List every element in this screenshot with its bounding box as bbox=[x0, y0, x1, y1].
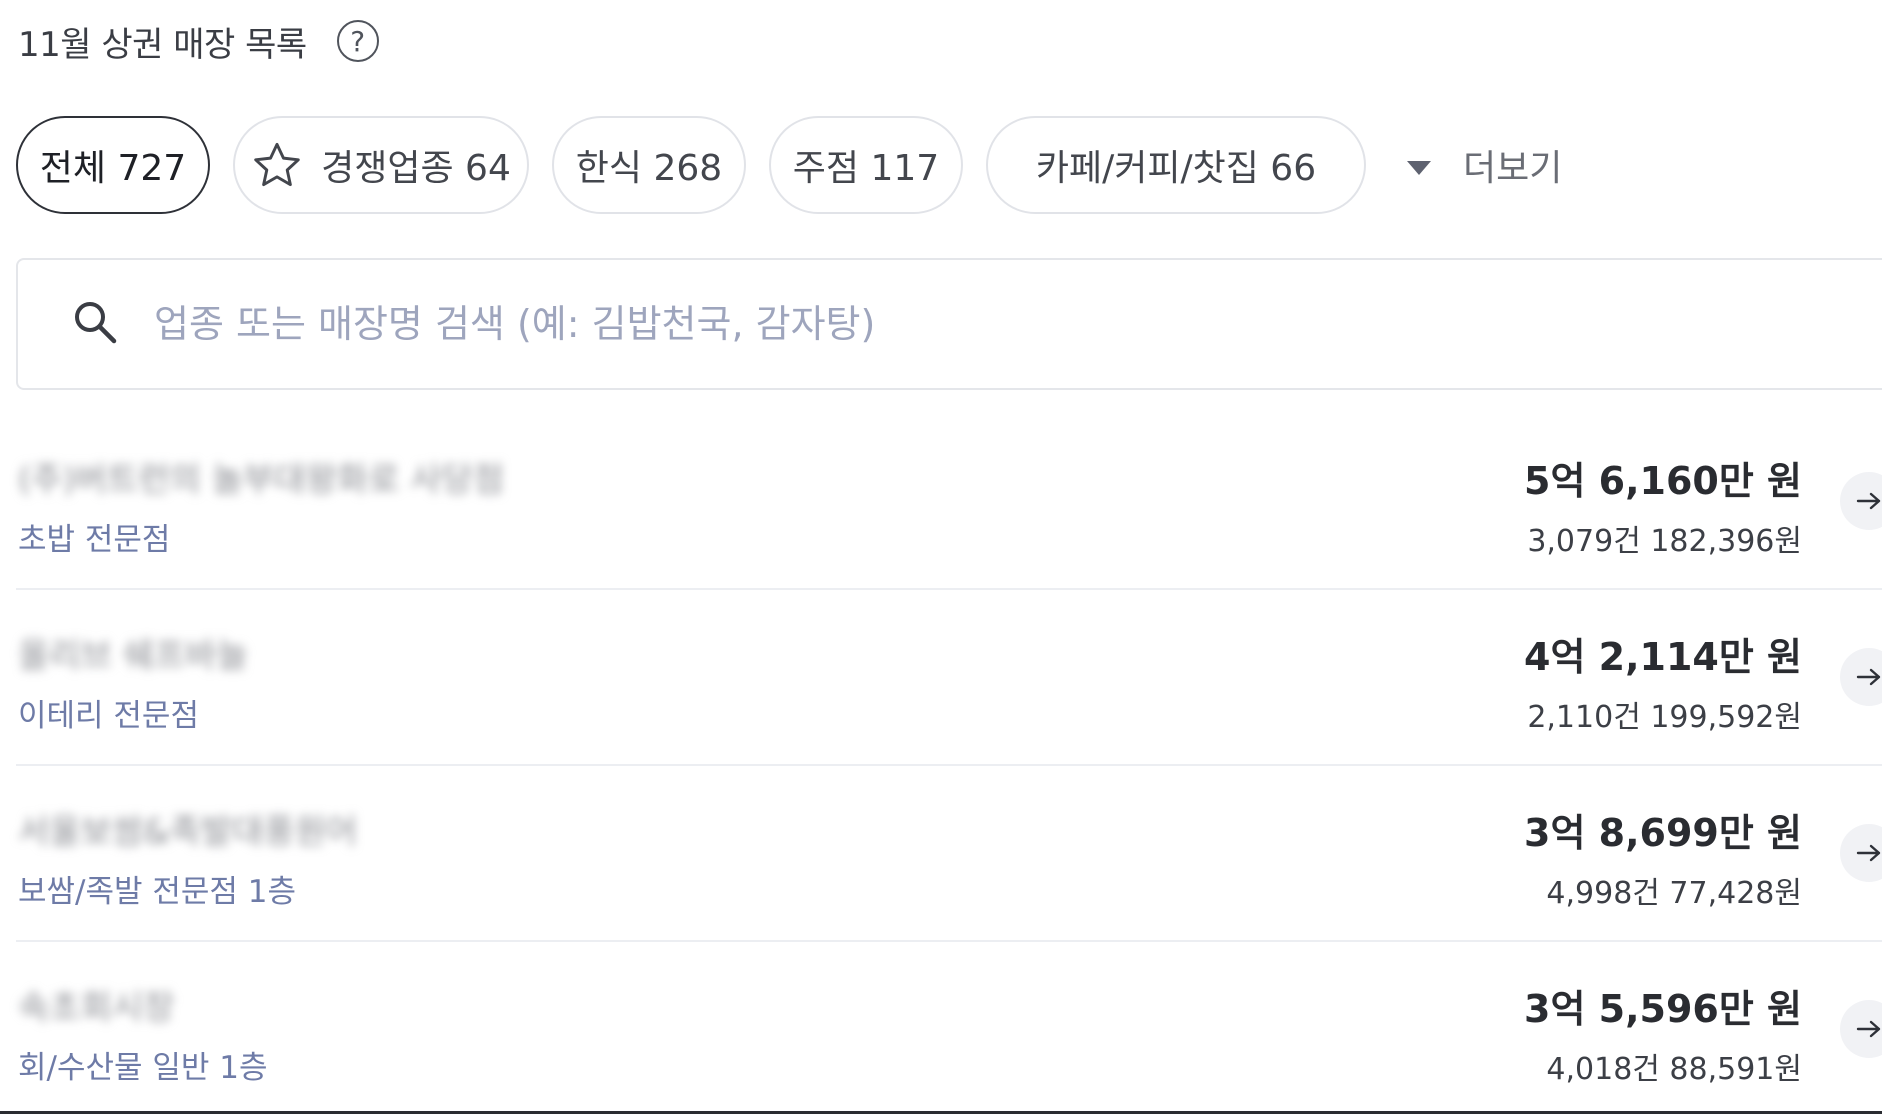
filter-chip-label: 주점 117 bbox=[792, 148, 940, 189]
list-item[interactable]: 올리브 쉐프바늘 이테리 전문점 4억 2,114만 원 2,110건 199,… bbox=[16, 590, 1882, 766]
store-list: (주)버트런의 놀부대왕화로 사당점 초밥 전문점 5억 6,160만 원 3,… bbox=[16, 414, 1882, 1114]
category-filter-bar: 전체 727 경쟁업종 64 한식 268 주점 117 카페/커피/찻집 66… bbox=[16, 116, 1562, 214]
arrow-right-icon[interactable] bbox=[1840, 472, 1882, 530]
search-box bbox=[16, 258, 1882, 390]
store-name: 올리브 쉐프바늘 bbox=[18, 636, 248, 676]
sales-detail: 2,110건 199,592원 bbox=[1527, 700, 1802, 735]
search-icon bbox=[72, 299, 118, 349]
arrow-right-icon[interactable] bbox=[1840, 824, 1882, 882]
more-filters-button[interactable]: 더보기 bbox=[1405, 139, 1562, 191]
sales-amount: 3억 8,699만 원 bbox=[1524, 811, 1802, 855]
title-row: 11월 상권 매장 목록 ? bbox=[18, 14, 379, 68]
sales-amount: 4억 2,114만 원 bbox=[1524, 635, 1802, 679]
filter-chip-cafe[interactable]: 카페/커피/찻집 66 bbox=[986, 116, 1366, 214]
filter-chip-label: 한식 268 bbox=[575, 148, 723, 189]
filter-chip-label: 카페/커피/찻집 66 bbox=[1035, 148, 1317, 189]
page-title: 11월 상권 매장 목록 bbox=[18, 24, 307, 65]
store-name: (주)버트런의 놀부대왕화로 사당점 bbox=[18, 460, 505, 500]
store-name: 속초회시장 bbox=[18, 988, 175, 1028]
sales-detail: 4,018건 88,591원 bbox=[1546, 1052, 1802, 1087]
store-category: 보쌈/족발 전문점 1층 bbox=[18, 874, 297, 910]
search-input[interactable] bbox=[152, 301, 1656, 347]
filter-chip-label: 경쟁업종 64 bbox=[321, 148, 511, 189]
arrow-right-icon[interactable] bbox=[1840, 1000, 1882, 1058]
more-filters-label: 더보기 bbox=[1463, 148, 1563, 189]
store-category: 회/수산물 일반 1층 bbox=[18, 1050, 268, 1086]
filter-chip-korean[interactable]: 한식 268 bbox=[552, 116, 746, 214]
store-category: 초밥 전문점 bbox=[18, 522, 171, 558]
arrow-right-icon[interactable] bbox=[1840, 648, 1882, 706]
star-outline-icon bbox=[251, 141, 303, 189]
filter-chip-pub[interactable]: 주점 117 bbox=[769, 116, 963, 214]
store-category: 이테리 전문점 bbox=[18, 698, 199, 734]
store-name: 서울보쌈&족발대풍원어 bbox=[18, 812, 358, 852]
filter-chip-label: 전체 727 bbox=[39, 148, 187, 189]
store-list-page: 11월 상권 매장 목록 ? 전체 727 경쟁업종 64 한식 268 주점 … bbox=[0, 0, 1882, 1114]
sales-amount: 3억 5,596만 원 bbox=[1524, 987, 1802, 1031]
question-circle-icon[interactable]: ? bbox=[336, 20, 379, 62]
sales-detail: 3,079건 182,396원 bbox=[1527, 524, 1802, 559]
filter-chip-competitors[interactable]: 경쟁업종 64 bbox=[233, 116, 529, 214]
list-item[interactable]: 서울보쌈&족발대풍원어 보쌈/족발 전문점 1층 3억 8,699만 원 4,9… bbox=[16, 766, 1882, 942]
sales-amount: 5억 6,160만 원 bbox=[1524, 459, 1802, 503]
caret-down-icon bbox=[1405, 145, 1433, 186]
sales-detail: 4,998건 77,428원 bbox=[1546, 876, 1802, 911]
list-item[interactable]: (주)버트런의 놀부대왕화로 사당점 초밥 전문점 5억 6,160만 원 3,… bbox=[16, 414, 1882, 590]
list-item[interactable]: 속초회시장 회/수산물 일반 1층 3억 5,596만 원 4,018건 88,… bbox=[16, 942, 1882, 1114]
filter-chip-all[interactable]: 전체 727 bbox=[16, 116, 210, 214]
